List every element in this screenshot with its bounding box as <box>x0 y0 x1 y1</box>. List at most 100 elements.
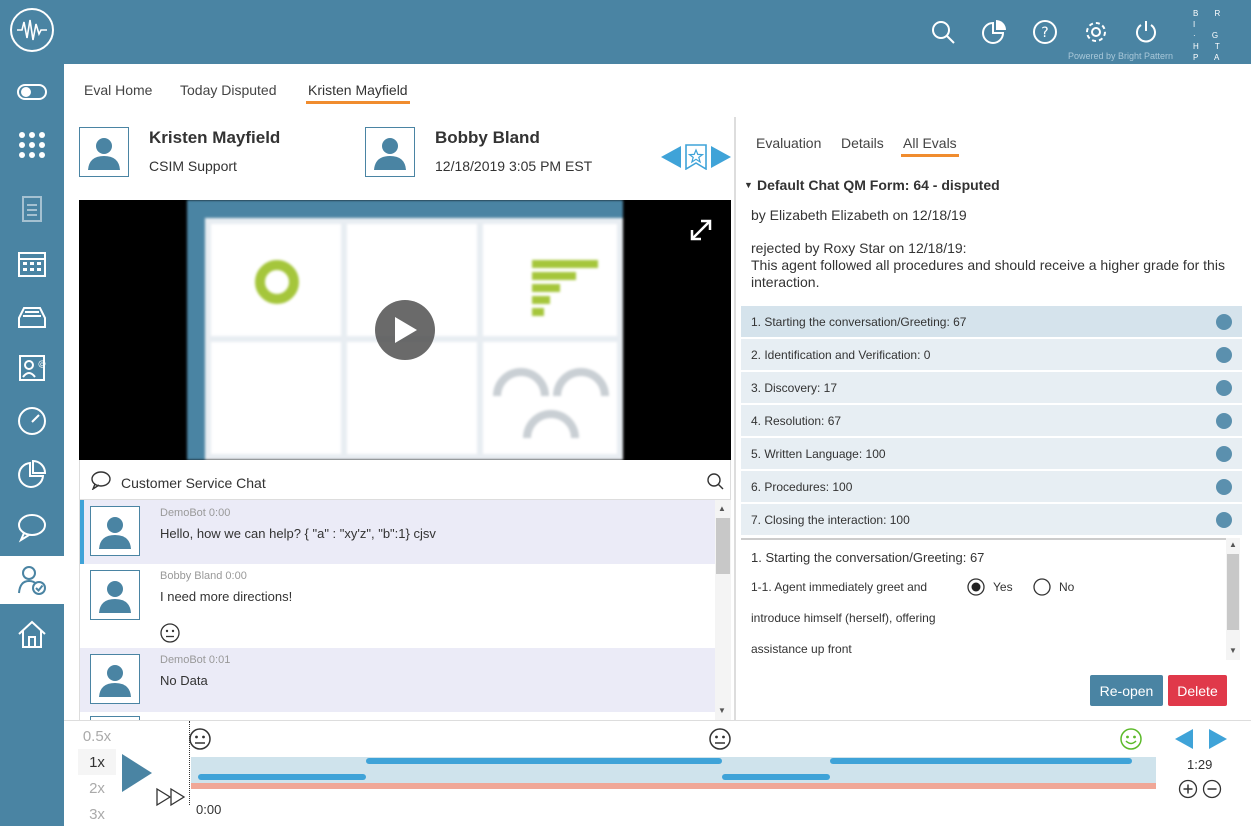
screen-recording-video[interactable] <box>79 200 731 460</box>
criteria-status-dot <box>1216 479 1232 495</box>
criteria-status-dot <box>1216 413 1232 429</box>
dashboard-gauge-icon[interactable] <box>0 396 64 446</box>
play-icon[interactable] <box>120 753 154 798</box>
chat-scrollbar[interactable]: ▲ ▼ <box>715 500 731 720</box>
inbox-icon[interactable] <box>0 291 64 341</box>
settings-gear-icon[interactable] <box>1081 15 1111 49</box>
criteria-label: 5. Written Language: 100 <box>751 447 886 461</box>
bot-avatar <box>90 506 140 556</box>
eval-form-title[interactable]: Default Chat QM Form: 64 - disputed <box>757 177 1000 193</box>
criteria-label: 2. Identification and Verification: 0 <box>751 348 931 362</box>
agent-team: CSIM Support <box>149 158 237 174</box>
criteria-row[interactable]: 6. Procedures: 100 <box>741 471 1242 503</box>
reopen-button[interactable]: Re-open <box>1090 675 1163 706</box>
chat-bubble-icon[interactable] <box>0 502 64 552</box>
calendar-icon[interactable] <box>0 238 64 288</box>
yes-label: Yes <box>993 580 1013 594</box>
customer-avatar <box>365 127 415 177</box>
criteria-label: 7. Closing the interaction: 100 <box>751 513 910 527</box>
criteria-detail: 1. Starting the conversation/Greeting: 6… <box>741 538 1228 658</box>
criteria-row[interactable]: 7. Closing the interaction: 100 <box>741 504 1242 536</box>
neutral-sentiment-icon <box>160 623 180 648</box>
speed-option-2x[interactable]: 2x <box>78 775 116 801</box>
playback-bar: 0.5x 1x 2x 3x 0:00 1:29 <box>64 720 1251 826</box>
quality-management-icon[interactable] <box>0 556 64 604</box>
criteria-row[interactable]: 1. Starting the conversation/Greeting: 6… <box>741 306 1242 338</box>
tab-today-disputed[interactable]: Today Disputed <box>180 82 277 98</box>
fullscreen-expand-icon[interactable] <box>689 218 713 247</box>
zoom-in-icon[interactable] <box>1178 779 1198 804</box>
documents-icon[interactable] <box>0 184 64 234</box>
criteria-detail-title: 1. Starting the conversation/Greeting: 6… <box>751 550 985 565</box>
criteria-row[interactable]: 2. Identification and Verification: 0 <box>741 339 1242 371</box>
collapse-caret-icon[interactable]: ▼ <box>744 180 753 190</box>
yes-radio[interactable] <box>967 578 985 601</box>
chat-transcript: DemoBot 0:00 Hello, how we can help? { "… <box>79 500 715 720</box>
neutral-sentiment-marker-icon[interactable] <box>188 727 212 756</box>
timeline-segment <box>722 774 830 780</box>
chat-search-icon[interactable] <box>706 472 724 495</box>
chat-message-sender: DemoBot 0:00 <box>160 507 231 519</box>
powered-by-text: Powered by Bright Pattern <box>1067 51 1173 61</box>
question-text-line: introduce himself (herself), offering <box>751 611 936 625</box>
timeline-segment <box>366 758 722 764</box>
speed-option-3x[interactable]: 3x <box>78 801 116 827</box>
fast-forward-icon[interactable] <box>156 787 188 812</box>
chat-header: Customer Service Chat <box>79 460 731 500</box>
evaluated-by: by Elizabeth Elizabeth on 12/18/19 <box>751 207 967 223</box>
chat-bubble-icon <box>90 470 112 495</box>
playback-position: 0:00 <box>196 802 222 817</box>
app-logo-icon[interactable] <box>10 8 54 52</box>
chat-title: Customer Service Chat <box>121 475 266 491</box>
tab-details[interactable]: Details <box>841 135 884 151</box>
top-bar: ? B R I · G H TP A TT E RN Powered by Bri… <box>0 0 1251 106</box>
tab-eval-home[interactable]: Eval Home <box>84 82 152 98</box>
neutral-sentiment-marker-icon[interactable] <box>708 727 732 756</box>
prev-interaction-arrow-icon[interactable] <box>660 145 682 174</box>
speed-option-0-5x[interactable]: 0.5x <box>78 723 116 749</box>
criteria-row[interactable]: 4. Resolution: 67 <box>741 405 1242 437</box>
tab-kristen-mayfield[interactable]: Kristen Mayfield <box>306 82 410 104</box>
tab-all-evals[interactable]: All Evals <box>901 135 959 157</box>
home-icon[interactable] <box>0 609 64 659</box>
agent-name: Kristen Mayfield <box>149 128 281 147</box>
tab-evaluation[interactable]: Evaluation <box>756 135 821 151</box>
criteria-label: 3. Discovery: 17 <box>751 381 838 395</box>
criteria-status-dot <box>1216 446 1232 462</box>
playback-duration: 1:29 <box>1187 757 1213 772</box>
brand-logo: B R I · G H TP A TT E RN <box>1193 9 1228 106</box>
bot-avatar <box>90 654 140 704</box>
zoom-out-icon[interactable] <box>1202 779 1222 804</box>
power-icon[interactable] <box>1131 15 1161 49</box>
timeline-silence-track <box>191 783 1156 789</box>
status-toggle-icon[interactable] <box>0 67 64 117</box>
search-icon[interactable] <box>928 15 958 49</box>
sidebar: @ <box>0 64 64 826</box>
speed-option-1x[interactable]: 1x <box>78 749 116 775</box>
positive-sentiment-marker-icon[interactable] <box>1119 727 1143 756</box>
svg-text:?: ? <box>1041 25 1048 41</box>
bookmark-star-icon[interactable] <box>685 144 707 175</box>
playhead-marker[interactable] <box>189 721 190 805</box>
video-play-button[interactable] <box>375 300 435 360</box>
no-radio[interactable] <box>1033 578 1051 601</box>
chat-message-sender: Bobby Bland 0:00 <box>160 570 247 582</box>
next-interaction-arrow-icon[interactable] <box>710 145 732 174</box>
previous-arrow-icon[interactable] <box>1174 728 1194 755</box>
contacts-icon[interactable]: @ <box>0 343 64 393</box>
analytics-pie-icon[interactable] <box>0 449 64 499</box>
criteria-status-dot <box>1216 347 1232 363</box>
next-arrow-icon[interactable] <box>1208 728 1228 755</box>
agent-avatar <box>79 127 129 177</box>
customer-avatar <box>90 570 140 620</box>
reports-icon[interactable] <box>979 15 1009 49</box>
help-icon[interactable]: ? <box>1030 15 1060 49</box>
apps-grid-icon[interactable] <box>0 120 64 170</box>
chat-message-text: I need more directions! <box>160 589 293 604</box>
chat-message-text: Hello, how we can help? { "a" : "xy'z", … <box>160 526 436 541</box>
rejected-by: rejected by Roxy Star on 12/18/19: <box>751 240 967 256</box>
delete-button[interactable]: Delete <box>1168 675 1227 706</box>
detail-scrollbar[interactable]: ▲ ▼ <box>1226 538 1240 660</box>
criteria-row[interactable]: 5. Written Language: 100 <box>741 438 1242 470</box>
criteria-row[interactable]: 3. Discovery: 17 <box>741 372 1242 404</box>
